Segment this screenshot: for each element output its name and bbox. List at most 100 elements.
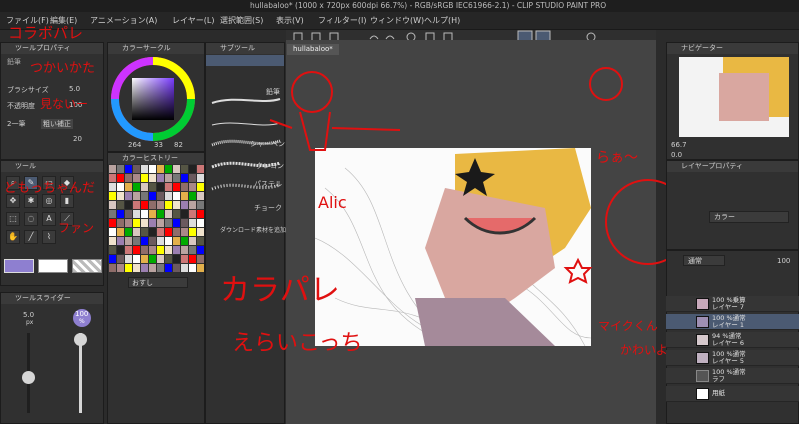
color-swatch[interactable] bbox=[181, 219, 188, 227]
stabilize-value[interactable]: 20 bbox=[73, 135, 82, 143]
color-swatch[interactable] bbox=[173, 246, 180, 254]
color-swatch[interactable] bbox=[165, 201, 172, 209]
color-swatch[interactable] bbox=[117, 174, 124, 182]
color-swatch[interactable] bbox=[149, 228, 156, 236]
color-swatch[interactable] bbox=[173, 219, 180, 227]
color-swatch[interactable] bbox=[165, 246, 172, 254]
menu-view[interactable]: 表示(V) bbox=[276, 15, 304, 26]
color-swatch[interactable] bbox=[189, 246, 196, 254]
color-swatch[interactable] bbox=[165, 174, 172, 182]
color-swatch[interactable] bbox=[117, 228, 124, 236]
color-swatch[interactable] bbox=[157, 174, 164, 182]
color-swatch[interactable] bbox=[197, 210, 204, 218]
color-swatch[interactable] bbox=[157, 210, 164, 218]
layer-paper-row[interactable]: 用紙 bbox=[666, 386, 799, 402]
tool-ruler[interactable]: ⟋ bbox=[60, 212, 74, 226]
color-swatch[interactable] bbox=[189, 210, 196, 218]
color-swatch[interactable] bbox=[165, 228, 172, 236]
color-swatch[interactable] bbox=[189, 201, 196, 209]
color-wheel[interactable] bbox=[108, 53, 206, 153]
color-swatch[interactable] bbox=[141, 219, 148, 227]
color-swatch[interactable] bbox=[197, 237, 204, 245]
color-swatch[interactable] bbox=[157, 237, 164, 245]
color-swatch[interactable] bbox=[149, 174, 156, 182]
color-swatch[interactable] bbox=[125, 201, 132, 209]
color-swatch[interactable] bbox=[109, 174, 116, 182]
color-swatch[interactable] bbox=[117, 192, 124, 200]
color-swatch[interactable] bbox=[133, 183, 140, 191]
layer-row-selected[interactable]: 100 %通常 レイヤー 1 bbox=[666, 314, 799, 330]
color-swatch[interactable] bbox=[125, 255, 132, 263]
color-swatch[interactable] bbox=[117, 210, 124, 218]
color-swatch[interactable] bbox=[173, 264, 180, 272]
menu-help[interactable]: ヘルプ(H) bbox=[424, 15, 460, 26]
layer-row[interactable]: 100 %通常 レイヤー 5 bbox=[666, 350, 799, 366]
color-swatch[interactable] bbox=[165, 192, 172, 200]
opacity-slider-thumb[interactable] bbox=[74, 333, 87, 346]
tool-gradient[interactable]: ▮ bbox=[60, 194, 74, 208]
color-swatch[interactable] bbox=[109, 201, 116, 209]
layer-row[interactable]: 94 %通常 レイヤー 6 bbox=[666, 332, 799, 348]
color-swatch[interactable] bbox=[165, 255, 172, 263]
color-swatch[interactable] bbox=[173, 237, 180, 245]
color-swatch[interactable] bbox=[181, 246, 188, 254]
tool-move[interactable]: ✥ bbox=[6, 194, 20, 208]
tool-fill[interactable]: ◆ bbox=[60, 176, 74, 190]
undo-icon[interactable] bbox=[369, 35, 379, 40]
color-swatch[interactable] bbox=[173, 228, 180, 236]
expression-color-dropdown[interactable]: カラー bbox=[709, 211, 789, 223]
color-swatch[interactable] bbox=[141, 165, 148, 173]
size-slider-thumb[interactable] bbox=[22, 371, 35, 384]
color-swatch[interactable] bbox=[149, 219, 156, 227]
color-swatch[interactable] bbox=[141, 264, 148, 272]
brush-size-value[interactable]: 5.0 bbox=[69, 85, 80, 93]
color-swatch[interactable] bbox=[149, 264, 156, 272]
color-swatch[interactable] bbox=[109, 246, 116, 254]
color-swatch[interactable] bbox=[157, 201, 164, 209]
menu-window[interactable]: ウィンドウ(W) bbox=[370, 15, 424, 26]
color-swatch[interactable] bbox=[189, 174, 196, 182]
color-swatch[interactable] bbox=[181, 228, 188, 236]
menu-file[interactable]: ファイル(F) bbox=[6, 15, 49, 26]
color-swatch[interactable] bbox=[189, 165, 196, 173]
menu-animation[interactable]: アニメーション(A) bbox=[90, 15, 157, 26]
color-swatch[interactable] bbox=[117, 264, 124, 272]
color-swatch[interactable] bbox=[189, 255, 196, 263]
color-swatch[interactable] bbox=[189, 228, 196, 236]
menu-filter[interactable]: フィルター(I) bbox=[318, 15, 366, 26]
color-swatch[interactable] bbox=[133, 165, 140, 173]
color-swatch[interactable] bbox=[181, 174, 188, 182]
menu-layer[interactable]: レイヤー(L) bbox=[172, 15, 214, 26]
layer-folder-row[interactable]: 100 %通常 ラフ bbox=[666, 368, 799, 384]
color-swatch[interactable] bbox=[133, 264, 140, 272]
document-tab[interactable]: hullabaloo* bbox=[287, 44, 339, 55]
color-swatch[interactable] bbox=[109, 264, 116, 272]
color-swatch[interactable] bbox=[189, 192, 196, 200]
color-swatch[interactable] bbox=[141, 192, 148, 200]
color-swatch[interactable] bbox=[197, 255, 204, 263]
redo-icon[interactable] bbox=[385, 35, 395, 40]
color-swatch[interactable] bbox=[165, 210, 172, 218]
color-swatch[interactable] bbox=[141, 210, 148, 218]
color-swatch[interactable] bbox=[109, 183, 116, 191]
color-swatch[interactable] bbox=[149, 255, 156, 263]
color-swatch[interactable] bbox=[117, 219, 124, 227]
color-swatch[interactable] bbox=[125, 228, 132, 236]
color-swatch[interactable] bbox=[149, 246, 156, 254]
menu-selection[interactable]: 選択範囲(S) bbox=[220, 15, 263, 26]
color-swatch[interactable] bbox=[197, 264, 204, 272]
color-swatch[interactable] bbox=[141, 228, 148, 236]
color-swatch[interactable] bbox=[189, 183, 196, 191]
layer-opacity-value[interactable]: 100 bbox=[777, 257, 790, 265]
correction-button[interactable]: 粗い補正 bbox=[41, 119, 73, 129]
color-swatch[interactable] bbox=[181, 255, 188, 263]
color-swatch[interactable] bbox=[157, 219, 164, 227]
color-swatch[interactable] bbox=[149, 210, 156, 218]
color-swatch[interactable] bbox=[109, 255, 116, 263]
color-swatch[interactable] bbox=[133, 192, 140, 200]
swatch-grid[interactable] bbox=[109, 165, 205, 275]
color-swatch[interactable] bbox=[173, 183, 180, 191]
color-swatch[interactable] bbox=[133, 228, 140, 236]
color-swatch[interactable] bbox=[165, 183, 172, 191]
color-swatch[interactable] bbox=[141, 174, 148, 182]
